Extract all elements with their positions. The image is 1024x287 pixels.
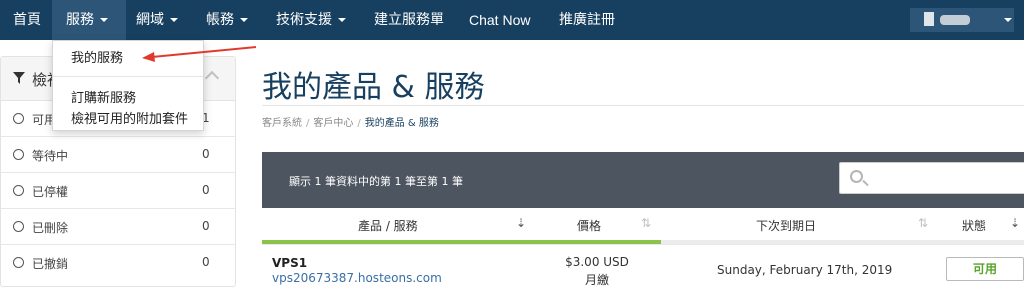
- user-menu[interactable]: [910, 8, 1014, 32]
- billing-cycle: 月繳: [584, 273, 609, 287]
- nav-domains-label: 網域: [136, 12, 164, 28]
- chevron-down-icon: [170, 18, 178, 22]
- chevron-down-icon: [240, 18, 248, 22]
- chevron-down-icon: [100, 18, 108, 22]
- column-product[interactable]: 產品 / 服務 ⇣: [262, 208, 537, 244]
- nav-affiliates[interactable]: 推廣註冊: [559, 0, 615, 40]
- breadcrumb-current: 我的產品 & 服務: [364, 118, 439, 129]
- radio-icon: [13, 185, 24, 196]
- radio-icon: [13, 221, 24, 232]
- sort-icon: ⇅: [918, 216, 929, 230]
- column-price-label: 價格: [577, 219, 602, 233]
- column-product-label: 產品 / 服務: [358, 219, 418, 233]
- page-title: 我的產品 & 服務: [262, 70, 485, 105]
- next-due-date: Sunday, February 17th, 2019: [717, 263, 893, 277]
- table-search-input[interactable]: [839, 162, 1024, 194]
- filter-count: 0: [202, 219, 210, 233]
- search-icon: [850, 170, 863, 183]
- nav-support-label: 技術支援: [276, 12, 332, 28]
- product-price: $3.00 USD: [565, 255, 629, 269]
- filter-icon: [13, 72, 25, 84]
- filter-pending[interactable]: 等待中 0: [1, 137, 235, 173]
- filter-label: 已停權: [32, 185, 69, 199]
- nav-account-label: 帳務: [206, 12, 234, 28]
- radio-icon: [13, 257, 24, 268]
- divider: [262, 105, 1024, 106]
- nav-home[interactable]: 首頁: [13, 0, 41, 40]
- radio-icon: [13, 113, 24, 124]
- chevron-down-icon: [338, 18, 346, 22]
- menu-divider: [53, 76, 203, 77]
- column-due-date[interactable]: 下次到期日 ⇅: [661, 208, 938, 244]
- filter-terminated[interactable]: 已刪除 0: [1, 209, 235, 245]
- status-badge: 可用: [946, 257, 1024, 281]
- filter-count: 0: [202, 183, 210, 197]
- filter-label: 已撤銷: [32, 257, 69, 271]
- filter-label: 等待中: [32, 149, 69, 163]
- table-row[interactable]: VPS1 vps20673387.hosteons.com $3.00 USD …: [262, 244, 1024, 287]
- breadcrumb-client-area[interactable]: 客戶中心: [313, 118, 353, 129]
- filter-label: 已刪除: [32, 221, 69, 235]
- nav-open-ticket[interactable]: 建立服務單: [374, 0, 444, 40]
- user-name-blurred: [940, 15, 970, 25]
- nav-chat-now[interactable]: Chat Now: [469, 0, 530, 40]
- nav-services[interactable]: 服務: [52, 0, 126, 40]
- nav-domains[interactable]: 網域: [136, 0, 178, 40]
- annotation-arrow-icon: [142, 46, 257, 62]
- table-toolbar: 顯示 1 筆資料中的第 1 筆至第 1 筆: [262, 152, 1024, 208]
- breadcrumb: 客戶系統 / 客戶中心 / 我的產品 & 服務: [262, 118, 439, 129]
- top-navbar: 首頁 服務 網域 帳務 技術支援 建立服務單 Chat Now 推廣註冊: [0, 0, 1024, 40]
- column-due-label: 下次到期日: [756, 219, 817, 233]
- sort-icon: ⇅: [641, 216, 652, 230]
- column-price[interactable]: 價格 ⇅: [537, 208, 661, 244]
- sort-icon: ⇣: [516, 216, 527, 230]
- nav-support[interactable]: 技術支援: [276, 0, 346, 40]
- breadcrumb-portal[interactable]: 客戶系統: [262, 118, 302, 129]
- filter-count: 0: [202, 147, 210, 161]
- column-status[interactable]: 狀態 ⇣: [938, 208, 1024, 244]
- chevron-up-icon[interactable]: [204, 70, 220, 86]
- product-name: VPS1: [272, 256, 308, 270]
- avatar: [924, 12, 934, 26]
- filter-cancelled[interactable]: 已撤銷 0: [1, 245, 235, 281]
- sort-icon: ⇣: [1010, 216, 1021, 230]
- nav-services-label: 服務: [66, 12, 94, 28]
- menu-item-addons[interactable]: 檢視可用的附加套件: [71, 108, 188, 127]
- table-info: 顯示 1 筆資料中的第 1 筆至第 1 筆: [289, 175, 463, 188]
- column-status-label: 狀態: [962, 219, 987, 233]
- radio-icon: [13, 149, 24, 160]
- filter-count: 0: [202, 255, 210, 269]
- chevron-down-icon: [1004, 18, 1012, 22]
- menu-item-order-new[interactable]: 訂購新服務: [71, 87, 136, 106]
- product-domain[interactable]: vps20673387.hosteons.com: [272, 271, 442, 285]
- nav-account[interactable]: 帳務: [206, 0, 248, 40]
- filter-suspended[interactable]: 已停權 0: [1, 173, 235, 209]
- menu-item-my-services[interactable]: 我的服務: [71, 47, 123, 66]
